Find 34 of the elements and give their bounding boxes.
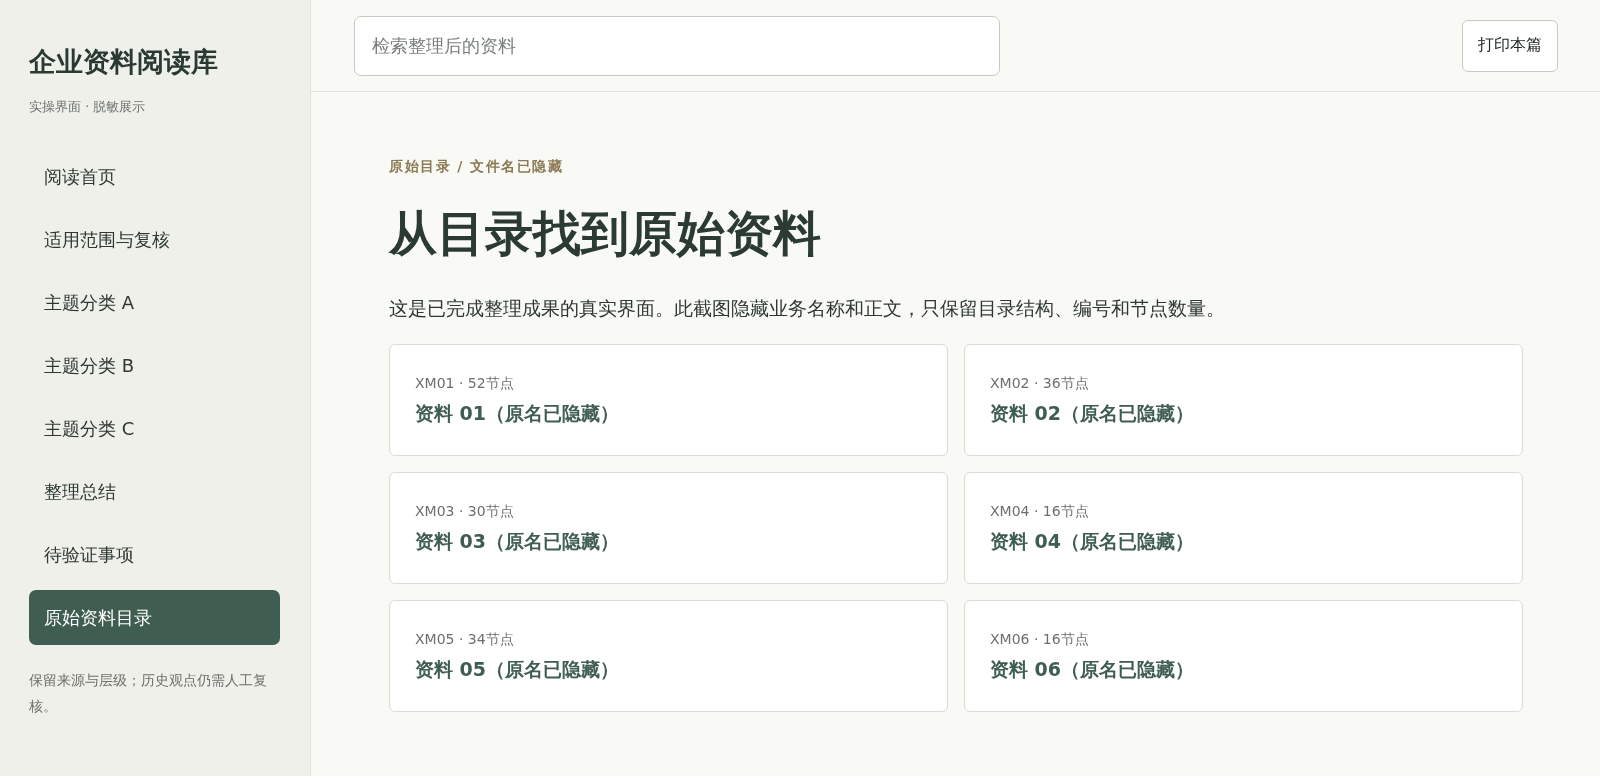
nav-item[interactable]: 整理总结: [29, 464, 280, 519]
card-title: 资料 03（原名已隐藏）: [415, 529, 621, 554]
page-heading: 从目录找到原始资料: [389, 204, 822, 263]
nav-item[interactable]: 适用范围与复核: [29, 212, 280, 267]
card-meta: XM01 · 52节点: [415, 375, 515, 393]
document-card[interactable]: XM06 · 16节点 资料 06（原名已隐藏）: [964, 600, 1523, 712]
print-button[interactable]: 打印本篇: [1462, 19, 1558, 72]
nav-item[interactable]: 主题分类 A: [29, 275, 280, 330]
card-meta: XM02 · 36节点: [990, 375, 1090, 393]
card-meta: XM03 · 30节点: [415, 503, 515, 521]
document-card[interactable]: XM02 · 36节点 资料 02（原名已隐藏）: [964, 344, 1523, 456]
card-meta: XM04 · 16节点: [990, 503, 1090, 521]
nav-item[interactable]: 主题分类 B: [29, 338, 280, 393]
document-card[interactable]: XM04 · 16节点 资料 04（原名已隐藏）: [964, 472, 1523, 584]
search-field[interactable]: 检索整理后的资料: [354, 15, 1000, 76]
nav-item[interactable]: 主题分类 C: [29, 401, 280, 456]
card-title: 资料 02（原名已隐藏）: [990, 401, 1196, 426]
card-title: 资料 05（原名已隐藏）: [415, 657, 621, 682]
app-subtitle: 实操界面 · 脱敏展示: [29, 98, 147, 116]
nav-item[interactable]: 原始资料目录: [29, 590, 280, 645]
app-title: 企业资料阅读库: [29, 45, 219, 79]
card-title: 资料 06（原名已隐藏）: [990, 657, 1196, 682]
nav-item[interactable]: 阅读首页: [29, 149, 280, 204]
sidebar-note: 保留来源与层级；历史观点仍需人工复核。: [29, 671, 268, 716]
card-title: 资料 01（原名已隐藏）: [415, 401, 621, 426]
document-card[interactable]: XM01 · 52节点 资料 01（原名已隐藏）: [389, 344, 948, 456]
document-card[interactable]: XM05 · 34节点 资料 05（原名已隐藏）: [389, 600, 948, 712]
card-meta: XM06 · 16节点: [990, 631, 1090, 649]
card-meta: XM05 · 34节点: [415, 631, 515, 649]
nav-item[interactable]: 待验证事项: [29, 527, 280, 582]
document-card[interactable]: XM03 · 30节点 资料 03（原名已隐藏）: [389, 472, 948, 584]
card-title: 资料 04（原名已隐藏）: [990, 529, 1196, 554]
intro-text: 这是已完成整理成果的真实界面。此截图隐藏业务名称和正文，只保留目录结构、编号和节点数量。: [389, 296, 1226, 321]
breadcrumb: 原始目录 / 文件名已隐藏: [389, 158, 565, 176]
